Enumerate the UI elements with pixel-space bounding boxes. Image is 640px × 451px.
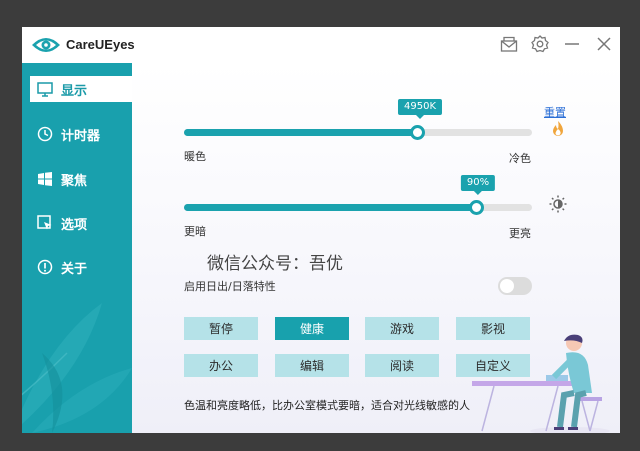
sidebar-item-timer[interactable]: 计时器 bbox=[30, 121, 132, 147]
mode-health-button[interactable]: 健康 bbox=[275, 317, 349, 340]
flame-icon bbox=[550, 120, 566, 142]
app-window: CareUEyes 显示 计时器 聚焦 选项 关于 重置 4950K 暖色 冷色… bbox=[22, 27, 620, 433]
info-icon bbox=[37, 259, 53, 275]
minimize-icon[interactable] bbox=[560, 32, 584, 56]
color-temp-slider[interactable] bbox=[184, 125, 532, 140]
brighter-label: 更亮 bbox=[509, 227, 531, 240]
title-bar: CareUEyes bbox=[22, 27, 620, 63]
dimmer-label: 更暗 bbox=[184, 225, 206, 238]
sidebar-item-options[interactable]: 选项 bbox=[30, 210, 132, 236]
sidebar-item-label: 计时器 bbox=[61, 128, 101, 144]
clock-icon bbox=[37, 126, 53, 142]
cool-label: 冷色 bbox=[509, 152, 531, 165]
mode-edit-button[interactable]: 编辑 bbox=[275, 354, 349, 377]
cursor-window-icon bbox=[37, 215, 53, 231]
mode-pause-button[interactable]: 暂停 bbox=[184, 317, 258, 340]
brightness-slider[interactable] bbox=[184, 200, 532, 215]
brightness-slider-thumb[interactable] bbox=[469, 200, 485, 215]
color-temp-slider-thumb[interactable] bbox=[410, 125, 426, 140]
display-panel: 重置 4950K 暖色 冷色 90% 更暗 更亮 微信公众号：吾优 启用日出/日… bbox=[132, 63, 620, 433]
mode-reading-button[interactable]: 阅读 bbox=[365, 354, 439, 377]
color-temp-slider-fill bbox=[184, 129, 418, 136]
sidebar-item-label: 显示 bbox=[61, 83, 88, 99]
leaf-decoration-icon bbox=[22, 303, 132, 433]
sidebar: 显示 计时器 聚焦 选项 关于 bbox=[22, 63, 132, 433]
gear-icon[interactable] bbox=[528, 32, 552, 56]
brightness-slider-fill bbox=[184, 204, 477, 211]
sidebar-item-about[interactable]: 关于 bbox=[30, 254, 132, 280]
sidebar-item-label: 关于 bbox=[61, 261, 88, 277]
sunrise-sunset-toggle[interactable] bbox=[498, 277, 532, 295]
sunrise-sunset-label: 启用日出/日落特性 bbox=[184, 280, 276, 293]
app-title: CareUEyes bbox=[66, 37, 135, 52]
sidebar-item-display[interactable]: 显示 bbox=[30, 76, 132, 102]
color-temp-value-badge: 4950K bbox=[397, 99, 443, 119]
warm-label: 暖色 bbox=[184, 150, 206, 163]
sidebar-item-focus[interactable]: 聚焦 bbox=[30, 166, 132, 192]
person-at-desk-illustration-icon bbox=[472, 334, 610, 433]
sun-brightness-icon bbox=[549, 195, 567, 217]
monitor-icon bbox=[37, 81, 53, 97]
mode-description: 色温和亮度略低，比办公室模式要暗，适合对光线敏感的人 bbox=[184, 399, 470, 412]
mode-office-button[interactable]: 办公 bbox=[184, 354, 258, 377]
brightness-value-badge: 90% bbox=[460, 175, 496, 195]
windows-icon bbox=[37, 171, 53, 187]
toggle-knob bbox=[500, 279, 514, 293]
mode-game-button[interactable]: 游戏 bbox=[365, 317, 439, 340]
eye-logo-icon bbox=[31, 35, 61, 55]
close-icon[interactable] bbox=[592, 32, 616, 56]
feedback-mail-icon[interactable] bbox=[497, 32, 521, 56]
wechat-watermark-text: 微信公众号：吾优 bbox=[207, 254, 343, 274]
sidebar-item-label: 聚焦 bbox=[61, 173, 88, 189]
reset-link[interactable]: 重置 bbox=[544, 104, 566, 120]
sidebar-item-label: 选项 bbox=[61, 217, 88, 233]
